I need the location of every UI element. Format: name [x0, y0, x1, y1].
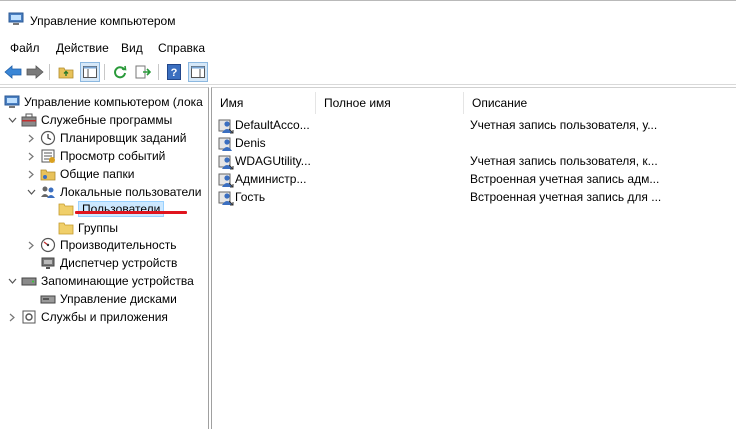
list-header: Имя Полное имя Описание [212, 92, 736, 114]
tree-item-label: Управление дисками [60, 292, 177, 306]
chevron-down-icon[interactable] [6, 275, 18, 287]
svg-text:?: ? [171, 67, 178, 79]
user-icon [218, 137, 232, 151]
table-row[interactable]: WDAGUtility... Учетная запись пользовате… [212, 153, 736, 171]
tree-item-performance[interactable]: Производительность [25, 236, 176, 254]
user-name: WDAGUtility... [235, 154, 311, 168]
tree-item-label: Запоминающие устройства [41, 274, 194, 288]
column-header-name[interactable]: Имя [212, 92, 316, 114]
user-icon [218, 119, 234, 134]
user-name: Администр... [235, 172, 307, 186]
tree-item-event-viewer[interactable]: Просмотр событий [25, 147, 165, 165]
tree-item-label: Управление компьютером (лока [24, 95, 203, 109]
menu-bar: Файл Действие Вид Справка [0, 38, 736, 58]
services-icon [21, 309, 37, 325]
storage-icon [21, 273, 37, 289]
chevron-down-icon[interactable] [6, 114, 18, 126]
tree-item-label: Просмотр событий [60, 149, 166, 163]
table-row[interactable]: DefaultAcco... Учетная запись пользовате… [212, 117, 736, 135]
users-list-pane: Имя Полное имя Описание DefaultAcco... У… [211, 87, 736, 429]
chevron-right-icon[interactable] [25, 239, 37, 251]
annotation-underline [75, 211, 187, 214]
tree-item-label: Служебные программы [41, 113, 173, 127]
back-arrow-icon[interactable] [3, 62, 23, 82]
show-hide-action-pane-icon[interactable] [188, 62, 208, 82]
tree-item-storage[interactable]: Запоминающие устройства [6, 272, 194, 290]
menu-file[interactable]: Файл [10, 41, 40, 55]
forward-arrow-icon[interactable] [25, 62, 45, 82]
table-row[interactable]: Гость Встроенная учетная запись для ... [212, 189, 736, 207]
users-group-icon [40, 184, 56, 200]
clock-icon [40, 130, 56, 146]
user-description: Встроенная учетная запись для ... [470, 190, 662, 204]
chevron-right-icon[interactable] [25, 132, 37, 144]
tree-item-local-users[interactable]: Локальные пользователи [25, 183, 201, 201]
tree-item-system-tools[interactable]: Служебные программы [6, 111, 172, 129]
folder-icon [58, 220, 74, 236]
chevron-right-icon[interactable] [25, 168, 37, 180]
chevron-right-icon[interactable] [6, 311, 18, 323]
tree-item-label: Планировщик заданий [60, 131, 187, 145]
user-description: Учетная запись пользователя, к... [470, 154, 658, 168]
tree-item-disk-management[interactable]: Управление дисками [40, 290, 177, 308]
user-icon [218, 173, 234, 188]
export-list-icon[interactable] [133, 62, 153, 82]
tree-item-label: Общие папки [60, 167, 135, 181]
tree-item-label: Группы [78, 221, 118, 235]
up-folder-icon[interactable] [56, 62, 76, 82]
navigation-tree: Управление компьютером (лока Служебные п… [0, 87, 209, 429]
user-name: DefaultAcco... [235, 118, 310, 132]
table-row[interactable]: Администр... Встроенная учетная запись а… [212, 171, 736, 189]
table-row[interactable]: Denis [212, 135, 736, 153]
computer-management-icon [4, 94, 20, 110]
toolbar: ? [0, 59, 736, 85]
menu-action[interactable]: Действие [56, 41, 109, 55]
tree-item-label: Службы и приложения [41, 310, 168, 324]
user-icon [218, 155, 234, 170]
tree-item-device-manager[interactable]: Диспетчер устройств [40, 254, 177, 272]
tree-item-label: Локальные пользователи [60, 185, 202, 199]
user-description: Встроенная учетная запись адм... [470, 172, 660, 186]
user-icon [218, 191, 234, 206]
column-header-description[interactable]: Описание [464, 92, 736, 114]
tree-item-label: Производительность [60, 238, 177, 252]
tree-item-users[interactable]: Пользователи [58, 200, 165, 218]
tree-item-shared-folders[interactable]: Общие папки [25, 165, 134, 183]
toolbox-icon [21, 112, 37, 128]
performance-gauge-icon [40, 237, 56, 253]
device-manager-icon [40, 255, 56, 271]
computer-management-icon [8, 12, 24, 25]
refresh-icon[interactable] [110, 62, 130, 82]
menu-help[interactable]: Справка [158, 41, 205, 55]
tree-item-task-scheduler[interactable]: Планировщик заданий [25, 129, 186, 147]
shared-folder-icon [40, 166, 56, 182]
help-icon[interactable]: ? [164, 62, 184, 82]
tree-item-label: Пользователи [78, 201, 165, 217]
tree-item-computer-management[interactable]: Управление компьютером (лока [4, 93, 203, 111]
column-header-full-name[interactable]: Полное имя [316, 92, 464, 114]
window-title: Управление компьютером [30, 14, 176, 28]
show-hide-tree-icon[interactable] [80, 62, 100, 82]
title-bar: Управление компьютером [0, 0, 736, 38]
folder-icon [58, 201, 74, 217]
chevron-right-icon[interactable] [25, 150, 37, 162]
chevron-down-icon[interactable] [25, 186, 37, 198]
disk-icon [40, 291, 56, 307]
tree-item-services-apps[interactable]: Службы и приложения [6, 308, 168, 326]
user-name: Denis [235, 136, 266, 150]
user-description: Учетная запись пользователя, у... [470, 118, 658, 132]
menu-view[interactable]: Вид [121, 41, 143, 55]
tree-item-groups[interactable]: Группы [58, 219, 118, 237]
user-name: Гость [235, 190, 266, 204]
event-log-icon [40, 148, 56, 164]
tree-item-label: Диспетчер устройств [60, 256, 178, 270]
